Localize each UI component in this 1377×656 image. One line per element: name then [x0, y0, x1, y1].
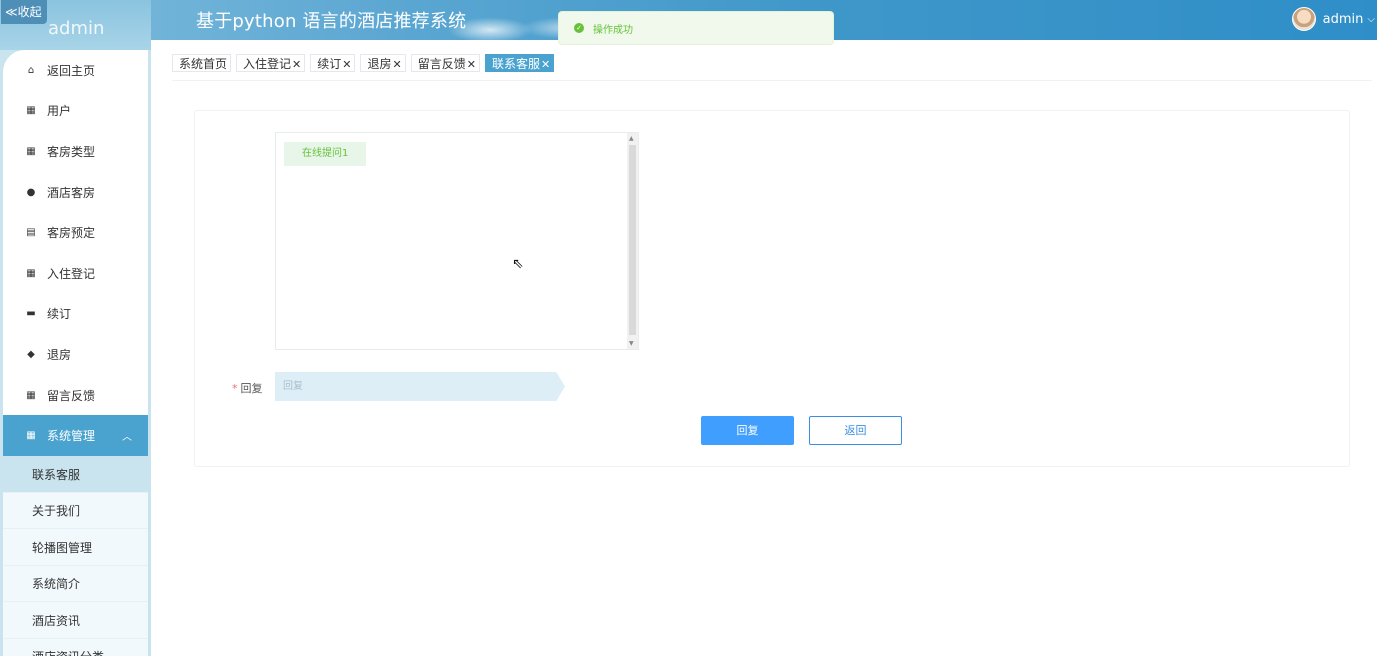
sidebar-item-home[interactable]: ⌂ 返回主页 [3, 50, 148, 91]
grid-icon: ▦ [26, 430, 36, 442]
system-title: 基于python 语言的酒店推荐系统 [196, 11, 467, 32]
back-button[interactable]: 返回 [809, 416, 902, 445]
sidebar-item-label: 用户 [47, 104, 72, 119]
tab-contact-service[interactable]: 联系客服✕ [484, 54, 555, 72]
tab-checkin[interactable]: 入住登记✕ [236, 54, 306, 72]
sidebar-subitem-system-intro[interactable]: 系统简介 [3, 565, 148, 603]
reply-input[interactable] [275, 372, 565, 401]
reply-label-text: 回复 [240, 382, 263, 395]
sidebar-item-users[interactable]: ▦ 用户 [3, 91, 148, 132]
home-icon: ⌂ [27, 64, 35, 76]
close-icon[interactable]: ✕ [467, 58, 476, 71]
sidebar-item-label: 系统管理 [47, 429, 96, 444]
person-icon: ● [26, 186, 36, 198]
close-icon[interactable]: ✕ [292, 58, 301, 71]
sidebar-item-label: 客房预定 [47, 226, 96, 241]
sidebar-item-hotel-rooms[interactable]: ● 酒店客房 [3, 172, 148, 213]
clipboard-icon: ▤ [26, 227, 36, 239]
check-circle-icon: ✓ [574, 23, 584, 33]
tab-checkout[interactable]: 退房✕ [360, 54, 406, 72]
sidebar-menu: ⌂ 返回主页 ▦ 用户 ▦ 客房类型 ● 酒店客房 ▤ 客房预定 ▦ 入住登记 … [3, 50, 148, 656]
sidebar-item-label: 返回主页 [47, 63, 96, 78]
toast-message: 操作成功 [593, 24, 633, 36]
sidebar-item-label: 留言反馈 [47, 388, 96, 403]
tab-divider [172, 80, 1372, 81]
user-name[interactable]: admin [1323, 12, 1364, 27]
sidebar-item-label: 客房类型 [47, 144, 96, 159]
pin-icon: ◆ [27, 348, 35, 360]
tab-label: 续订 [317, 57, 342, 71]
tab-label: 入住登记 [243, 57, 292, 71]
sidebar-item-bookings[interactable]: ▤ 客房预定 [3, 212, 148, 253]
scrollbar-thumb[interactable] [629, 145, 636, 335]
close-icon[interactable]: ✕ [393, 58, 402, 71]
user-menu[interactable]: admin ⌵ [1291, 6, 1377, 32]
briefcase-icon: ▬ [26, 308, 36, 320]
mouse-cursor-icon: ⇖ [512, 256, 524, 272]
sidebar-item-system-management[interactable]: ▦ 系统管理 ︿ [3, 415, 148, 457]
tab-label: 退房 [367, 57, 392, 71]
avatar[interactable] [1291, 7, 1316, 31]
chat-scrollbar[interactable]: ▲ ▼ [627, 133, 638, 349]
sidebar-item-renewal[interactable]: ▬ 续订 [3, 294, 148, 335]
sidebar-item-label: 续订 [47, 307, 72, 322]
success-toast: ✓ 操作成功 [558, 11, 834, 45]
sidebar-item-feedback[interactable]: ▦ 留言反馈 [3, 375, 148, 416]
sidebar-subitem-hotel-news[interactable]: 酒店资讯 [3, 602, 148, 639]
scroll-up-icon[interactable]: ▲ [629, 135, 634, 142]
sidebar-subitem-about-us[interactable]: 关于我们 [3, 492, 148, 530]
sidebar: admin ⌂ 返回主页 ▦ 用户 ▦ 客房类型 ● 酒店客房 ▤ 客房预定 ▦… [0, 0, 151, 656]
collapse-sidebar-button[interactable]: ≪收起 [1, 0, 47, 24]
chevron-down-icon[interactable]: ⌵ [1367, 14, 1375, 25]
sidebar-item-label: 入住登记 [47, 266, 96, 281]
sidebar-subitem-contact-service[interactable]: 联系客服 [3, 456, 148, 493]
sidebar-item-checkin[interactable]: ▦ 入住登记 [3, 253, 148, 294]
tab-renewal[interactable]: 续订✕ [310, 54, 356, 72]
grid-icon: ▦ [26, 105, 36, 117]
sidebar-subitem-news-category[interactable]: 酒店资讯分类 [3, 638, 148, 656]
chat-history[interactable]: 在线提问1 ▲ ▼ [275, 132, 639, 350]
tab-label: 联系客服 [491, 57, 540, 71]
tab-label: 留言反馈 [417, 57, 466, 71]
sidebar-subitem-carousel[interactable]: 轮播图管理 [3, 529, 148, 566]
grid-icon: ▦ [26, 145, 36, 157]
close-icon[interactable]: ✕ [541, 58, 550, 71]
sidebar-item-checkout[interactable]: ◆ 退房 [3, 334, 148, 375]
scroll-down-icon[interactable]: ▼ [629, 340, 634, 347]
tab-label: 系统首页 [179, 57, 228, 71]
sidebar-brand: admin [48, 18, 105, 39]
reply-field-label: * 回复 [232, 380, 263, 396]
sidebar-item-label: 酒店客房 [47, 185, 96, 200]
reply-button[interactable]: 回复 [701, 416, 794, 445]
tab-home[interactable]: 系统首页 [172, 54, 232, 72]
close-icon[interactable]: ✕ [342, 58, 351, 71]
tab-bar: 系统首页 入住登记✕ 续订✕ 退房✕ 留言反馈✕ 联系客服✕ [172, 54, 559, 72]
sidebar-item-label: 退房 [47, 347, 72, 362]
tab-feedback[interactable]: 留言反馈✕ [410, 54, 480, 72]
grid-icon: ▦ [26, 389, 36, 401]
grid-icon: ▦ [26, 267, 36, 279]
required-mark: * [232, 382, 238, 395]
sidebar-item-room-types[interactable]: ▦ 客房类型 [3, 131, 148, 172]
chevron-up-icon: ︿ [122, 432, 132, 444]
chat-message: 在线提问1 [284, 142, 367, 166]
